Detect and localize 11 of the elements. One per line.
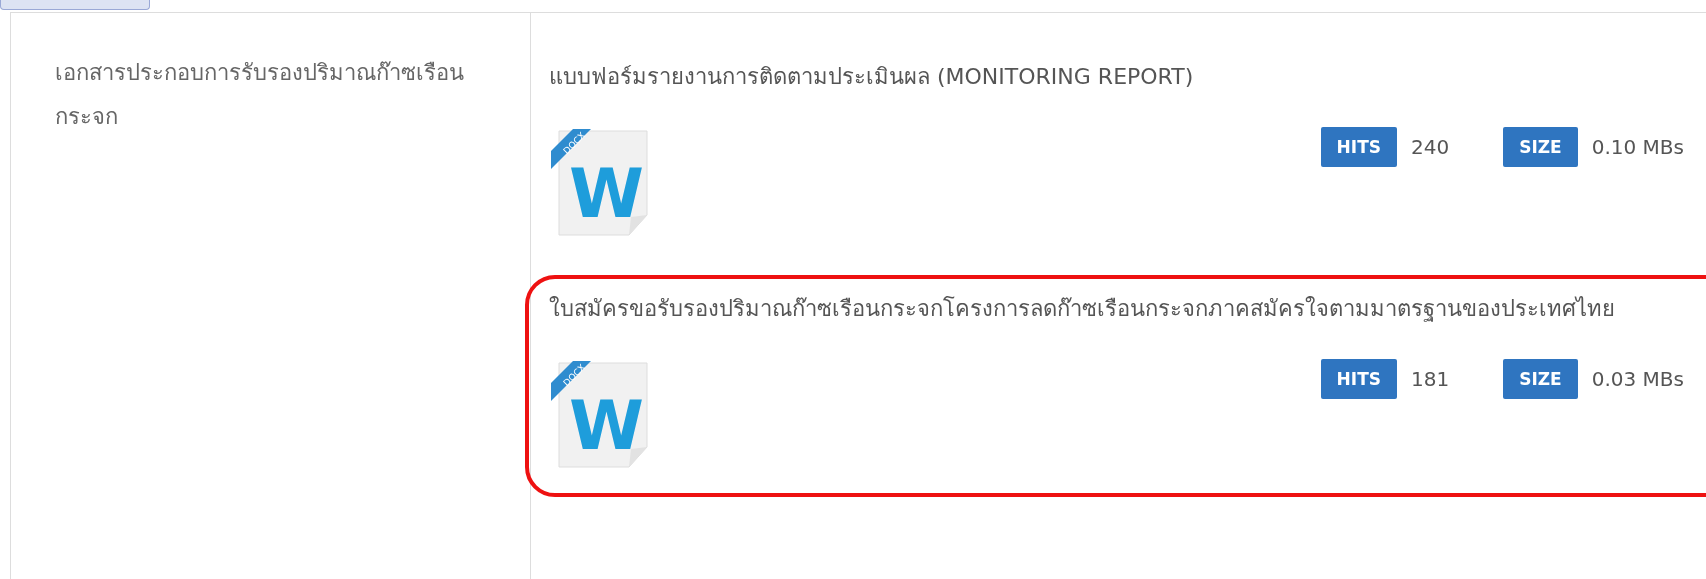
hits-badge: HITS (1320, 127, 1397, 167)
hits-count: 240 (1411, 135, 1450, 159)
hits-badge: HITS (1320, 359, 1397, 399)
category-label: เอกสารประกอบการรับรองปริมาณก๊าซเรือนกระจก (55, 59, 465, 131)
document-title: ใบสมัครขอรับรองปริมาณก๊าซเรือนกระจกโครงการลดก๊าซเรือนกระจกภาคสมัครใจตามมาตรฐานของประเทศไทย (549, 295, 1616, 324)
file-size: 0.03 MBs (1591, 367, 1684, 391)
size-badge: SIZE (1503, 359, 1578, 399)
hits-count: 181 (1411, 367, 1450, 391)
document-title: แบบฟอร์มรายงานการติดตามประเมินผล (MONITORING REPORT) (549, 63, 1195, 91)
size-badge: SIZE (1503, 127, 1578, 167)
file-size: 0.10 MBs (1591, 135, 1684, 159)
